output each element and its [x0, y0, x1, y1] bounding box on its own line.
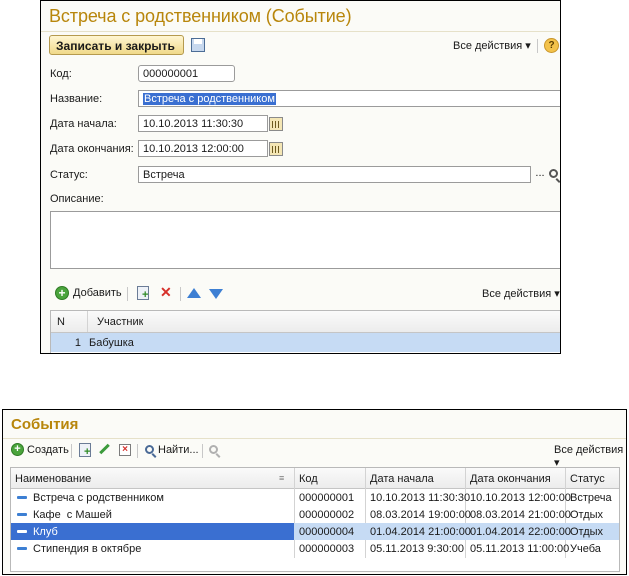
start-date-calendar-icon[interactable]: [269, 117, 283, 131]
form-all-actions-menu[interactable]: Все действия ▾: [453, 39, 531, 52]
code-field[interactable]: 000000001: [138, 65, 235, 82]
list-all-actions-menu[interactable]: Все действия ▾: [554, 444, 626, 469]
move-up-icon[interactable]: [187, 288, 201, 298]
events-list-window: События + Создать × Найти... Все действи…: [2, 409, 627, 575]
table-row[interactable]: Кафе с Машей 000000002 08.03.2014 19:00:…: [11, 506, 619, 523]
delete-row-icon[interactable]: ✕: [160, 285, 172, 299]
event-end: 10.10.2013 12:00:00: [470, 492, 571, 504]
add-participant-button[interactable]: Добавить: [73, 287, 122, 299]
cancel-find-icon[interactable]: [209, 445, 218, 454]
end-date-calendar-icon[interactable]: [269, 142, 283, 156]
event-end: 05.11.2013 11:00:00: [470, 543, 570, 555]
start-date-label: Дата начала:: [50, 118, 117, 130]
item-icon: [17, 513, 27, 516]
list-title: События: [11, 416, 79, 433]
move-down-icon[interactable]: [209, 289, 223, 299]
start-date-field[interactable]: 10.10.2013 11:30:30: [138, 115, 268, 132]
event-code: 000000003: [299, 543, 355, 555]
event-code: 000000002: [299, 509, 355, 521]
toolbar-divider: [202, 444, 203, 458]
event-status: Отдых: [570, 526, 604, 538]
status-label: Статус:: [50, 169, 88, 181]
edit-icon[interactable]: [99, 443, 110, 455]
column-header-n[interactable]: N: [57, 316, 65, 328]
event-status: Учеба: [570, 543, 601, 555]
event-start: 01.04.2014 21:00:00: [370, 526, 471, 538]
event-start: 05.11.2013 9:30:00: [370, 543, 464, 555]
event-name: Встреча с родственником: [33, 492, 164, 504]
find-button[interactable]: Найти...: [158, 444, 199, 456]
table-row[interactable]: Встреча с родственником 000000001 10.10.…: [11, 489, 619, 506]
status-field[interactable]: Встреча: [138, 166, 531, 183]
description-textarea[interactable]: [50, 211, 560, 269]
participant-name: Бабушка: [89, 337, 134, 349]
toolbar-divider: [127, 287, 128, 301]
participants-table: N Участник 1 Бабушка: [50, 310, 560, 353]
end-date-field[interactable]: 10.10.2013 12:00:00: [138, 140, 268, 157]
column-header-status[interactable]: Статус: [570, 473, 605, 485]
event-start: 08.03.2014 19:00:00: [370, 509, 471, 521]
save-and-close-button[interactable]: Записать и закрыть: [49, 35, 184, 55]
end-date-label: Дата окончания:: [50, 143, 134, 155]
column-header-end[interactable]: Дата окончания: [470, 473, 551, 485]
table-row[interactable]: 1 Бабушка: [51, 333, 560, 352]
event-name: Стипендия в октябре: [33, 543, 142, 555]
copy-row-icon[interactable]: [137, 286, 149, 300]
event-form-window: Встреча с родственником (Событие) Записа…: [40, 0, 561, 354]
find-icon[interactable]: [145, 445, 154, 454]
name-label: Название:: [50, 93, 103, 105]
item-icon: [17, 496, 27, 499]
delete-icon[interactable]: ×: [119, 444, 131, 456]
form-title: Встреча с родственником (Событие): [49, 6, 352, 26]
toolbar-divider: [180, 287, 181, 301]
code-label: Код:: [50, 68, 72, 80]
events-table: Наименование ≡ Код Дата начала Дата окон…: [10, 467, 620, 572]
sort-icon[interactable]: ≡: [279, 473, 284, 483]
toolbar-divider: [537, 39, 538, 53]
event-name: Клуб: [33, 526, 58, 538]
title-divider: [41, 31, 560, 32]
add-icon[interactable]: +: [55, 286, 69, 300]
copy-icon[interactable]: [79, 443, 91, 457]
column-header-start[interactable]: Дата начала: [370, 473, 434, 485]
table-row-selected[interactable]: Клуб 000000004 01.04.2014 21:00:00 01.04…: [11, 523, 619, 540]
event-code: 000000001: [299, 492, 355, 504]
title-divider: [3, 438, 626, 439]
name-field-text: Встреча с родственником: [143, 93, 276, 105]
toolbar-divider: [137, 444, 138, 458]
event-end: 08.03.2014 21:00:00: [470, 509, 571, 521]
table-row[interactable]: Стипендия в октябре 000000003 05.11.2013…: [11, 540, 619, 557]
participants-all-actions-menu[interactable]: Все действия ▾: [482, 287, 560, 300]
row-number: 1: [74, 337, 81, 349]
event-end: 01.04.2014 22:00:00: [470, 526, 571, 538]
column-header-name[interactable]: Наименование: [15, 473, 91, 485]
item-icon: [17, 547, 27, 550]
help-icon[interactable]: ?: [544, 38, 559, 53]
status-search-icon[interactable]: [549, 169, 558, 178]
event-start: 10.10.2013 11:30:30: [370, 492, 471, 504]
item-icon: [17, 530, 27, 533]
create-icon[interactable]: +: [11, 443, 24, 456]
column-header-participant[interactable]: Участник: [97, 316, 143, 328]
column-divider: [87, 311, 88, 332]
column-header-code[interactable]: Код: [299, 473, 318, 485]
event-status: Встреча: [570, 492, 612, 504]
event-name: Кафе с Машей: [33, 509, 112, 521]
event-code: 000000004: [299, 526, 355, 538]
status-choose-button[interactable]: ...: [533, 166, 547, 182]
save-icon[interactable]: [191, 38, 205, 52]
description-label: Описание:: [50, 193, 104, 205]
event-status: Отдых: [570, 509, 604, 521]
toolbar-divider: [71, 444, 72, 458]
name-field[interactable]: Встреча с родственником: [138, 90, 560, 107]
create-button[interactable]: Создать: [27, 444, 69, 456]
